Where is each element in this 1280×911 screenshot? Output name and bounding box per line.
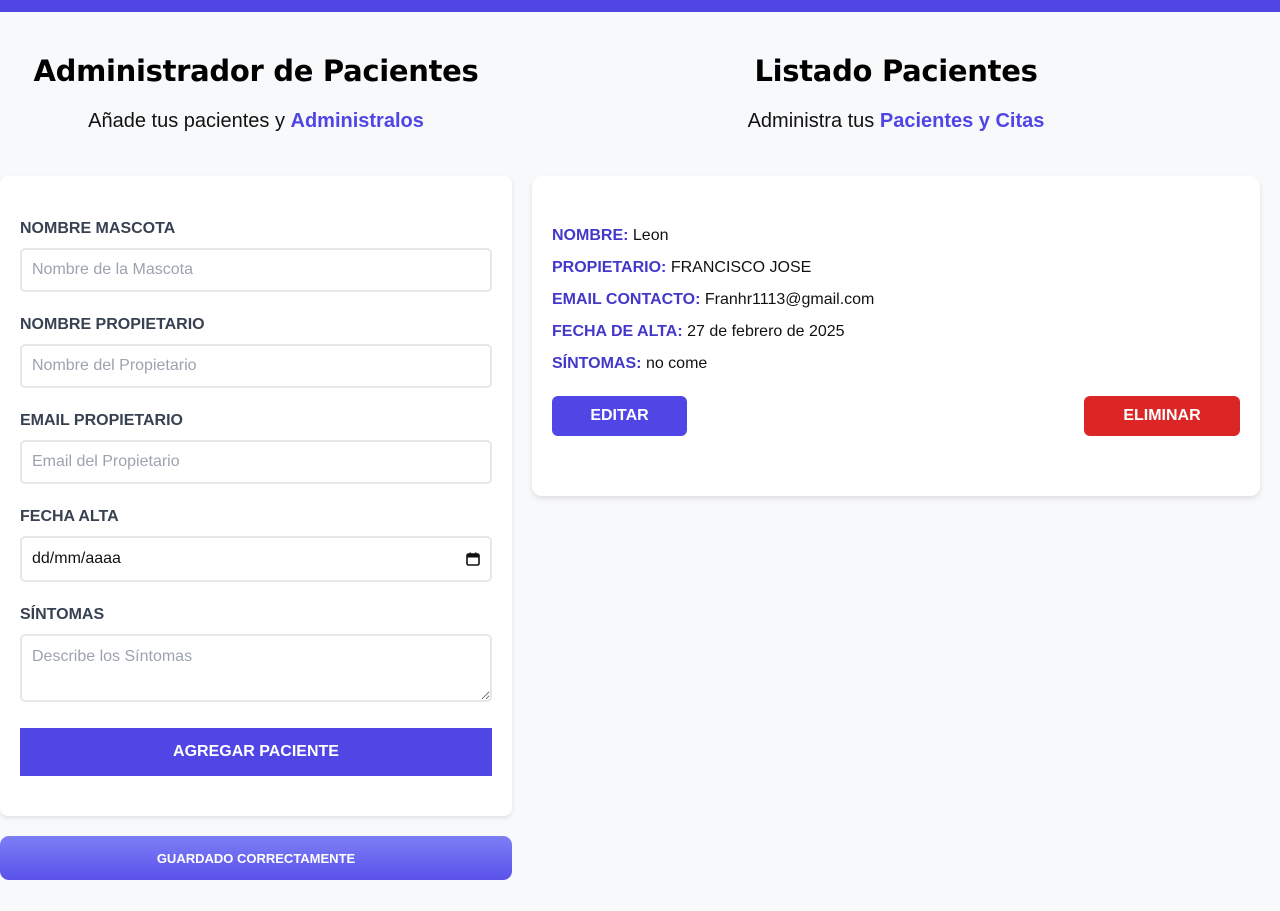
patient-date-row: Fecha de Alta: 27 de febrero de 2025 xyxy=(552,323,845,341)
form-title: Administrador de Pacientes xyxy=(33,54,479,88)
list-title: Listado Pacientes xyxy=(754,54,1038,88)
symptoms-textarea[interactable] xyxy=(20,634,492,702)
top-accent-bar xyxy=(0,0,1280,12)
form-subtitle-accent: Administralos xyxy=(290,110,424,132)
patient-form: Nombre Mascota Nombre Propietario Email … xyxy=(0,176,512,816)
date-label: Fecha Alta xyxy=(20,508,119,525)
form-subtitle: Añade tus pacientes y Administralos xyxy=(0,110,512,133)
owner-name-input[interactable] xyxy=(20,344,492,388)
owner-email-label: Email Propietario xyxy=(20,412,183,429)
patient-symptoms-key: Síntomas: xyxy=(552,355,642,372)
patient-name-value: Leon xyxy=(632,227,669,244)
owner-email-input[interactable] xyxy=(20,440,492,484)
patient-card: Nombre: Leon Propietario: FRANCISCO JOSE… xyxy=(532,176,1260,496)
patient-owner-row: Propietario: FRANCISCO JOSE xyxy=(552,259,811,277)
delete-button[interactable]: Eliminar xyxy=(1084,396,1240,436)
pet-name-input[interactable] xyxy=(20,248,492,292)
patient-date-value: 27 de febrero de 2025 xyxy=(687,323,845,340)
list-subtitle-accent: Pacientes y Citas xyxy=(879,110,1045,132)
patient-symptoms-value: no come xyxy=(645,355,708,372)
form-subtitle-prefix: Añade tus pacientes y xyxy=(88,110,291,132)
patient-email-row: Email Contacto: Franhr1113@gmail.com xyxy=(552,291,874,309)
patient-email-key: Email Contacto: xyxy=(552,291,701,308)
patient-owner-key: Propietario: xyxy=(552,259,667,276)
success-toast: Guardado Correctamente xyxy=(0,836,512,880)
date-input[interactable]: dd/mm/aaaa xyxy=(20,536,492,582)
patient-date-key: Fecha de Alta: xyxy=(552,323,683,340)
list-subtitle-prefix: Administra tus xyxy=(747,110,880,132)
owner-name-label: Nombre Propietario xyxy=(20,316,205,333)
pet-name-label: Nombre Mascota xyxy=(20,220,176,237)
edit-button[interactable]: Editar xyxy=(552,396,687,436)
patient-name-key: Nombre: xyxy=(552,227,629,244)
add-patient-button[interactable]: Agregar Paciente xyxy=(20,728,492,776)
calendar-icon[interactable] xyxy=(466,552,480,566)
patient-email-value: Franhr1113@gmail.com xyxy=(704,291,875,308)
patient-symptoms-row: Síntomas: no come xyxy=(552,355,707,373)
patient-owner-value: FRANCISCO JOSE xyxy=(670,259,812,276)
patient-name-row: Nombre: Leon xyxy=(552,227,668,245)
list-subtitle: Administra tus Pacientes y Citas xyxy=(532,110,1260,133)
symptoms-label: Síntomas xyxy=(20,606,105,623)
date-input-value: dd/mm/aaaa xyxy=(32,550,121,567)
